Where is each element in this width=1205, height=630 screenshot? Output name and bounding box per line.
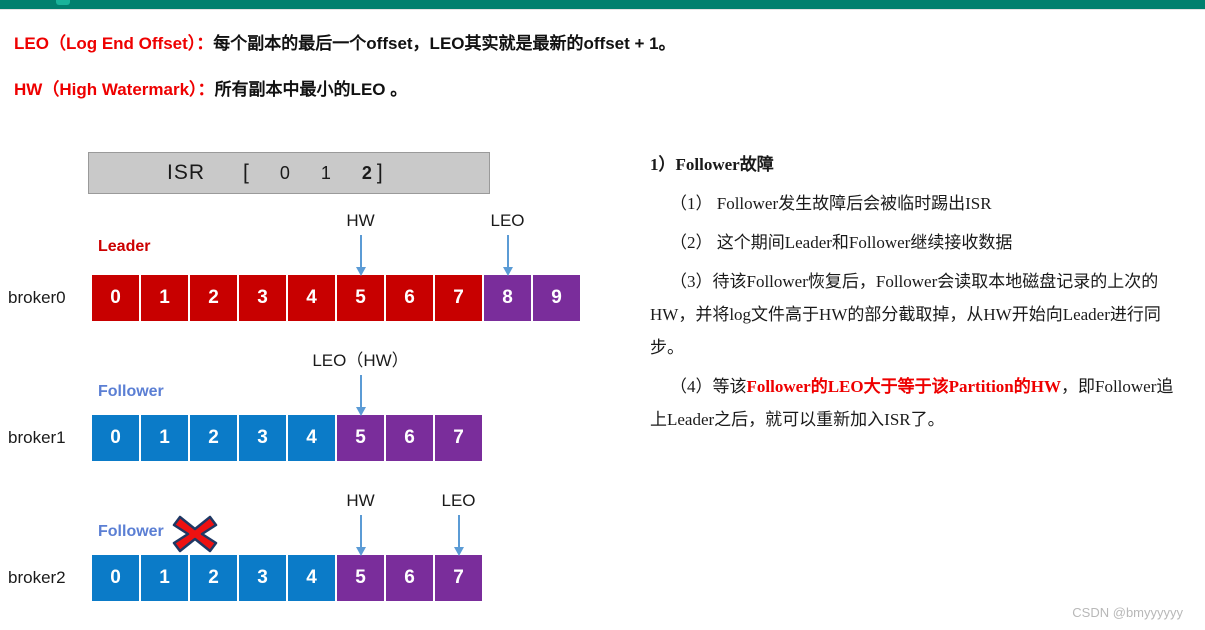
offset-cell: 5 xyxy=(337,415,384,461)
csdn-watermark: CSDN @bmyyyyyy xyxy=(1072,605,1183,620)
offset-cell: 0 xyxy=(92,555,139,601)
marker-caption: LEO xyxy=(490,211,525,230)
offset-cell: 3 xyxy=(239,555,286,601)
marker-arrowhead-icon xyxy=(453,547,464,556)
offset-marker: LEO（HW） xyxy=(312,351,409,416)
marker-caption: LEO xyxy=(441,491,476,510)
marker-shaft xyxy=(457,515,460,547)
offset-cell: 2 xyxy=(190,275,237,321)
definition-leo-body: 每个副本的最后一个offset，LEO其实就是最新的offset + 1。 xyxy=(213,34,676,53)
marker-shaft xyxy=(359,235,362,267)
offset-cell: 7 xyxy=(435,415,482,461)
offset-cell: 9 xyxy=(533,275,580,321)
offset-cell: 1 xyxy=(141,415,188,461)
isr-member-1: 1 xyxy=(320,162,332,183)
marker-arrowhead-icon xyxy=(355,407,366,416)
definition-hw: HW（High Watermark）：所有副本中最小的LEO 。 xyxy=(14,75,407,100)
isr-box: ISR [ 0 1 2 ] xyxy=(88,152,490,194)
definition-leo: LEO（Log End Offset）：每个副本的最后一个offset，LEO其… xyxy=(14,29,676,54)
isr-member-2: 2 xyxy=(361,162,373,183)
isr-bracket-open: [ xyxy=(243,161,250,184)
offset-cell: 1 xyxy=(141,275,188,321)
offset-cell: 0 xyxy=(92,415,139,461)
role-label-follower-broker2: Follower xyxy=(98,523,164,540)
offset-cell: 7 xyxy=(435,555,482,601)
definition-hw-body: 所有副本中最小的LEO 。 xyxy=(214,80,408,99)
note-item-2: （2） 这个期间Leader和Follower继续接收数据 xyxy=(670,233,1013,252)
marker-shaft xyxy=(359,375,362,407)
role-label-leader: Leader xyxy=(98,238,151,255)
offset-cell: 6 xyxy=(386,415,433,461)
notes-title: 1）Follower故障 xyxy=(650,155,774,174)
definition-hw-term: HW（High Watermark）： xyxy=(14,80,215,99)
top-bar-notch xyxy=(56,0,70,5)
marker-caption: LEO（HW） xyxy=(312,351,409,370)
marker-caption: HW xyxy=(346,491,375,510)
offset-cell: 4 xyxy=(288,415,335,461)
broker-name-broker0: broker0 xyxy=(8,288,66,307)
note-item-4-prefix: （4）等该 xyxy=(670,377,747,396)
offset-cell: 2 xyxy=(190,415,237,461)
top-accent-bar xyxy=(0,0,1205,9)
offset-cell: 5 xyxy=(337,555,384,601)
offset-marker: LEO xyxy=(490,211,525,276)
offset-cell: 6 xyxy=(386,275,433,321)
offset-cell: 3 xyxy=(239,415,286,461)
offset-cell: 5 xyxy=(337,275,384,321)
marker-shaft xyxy=(359,515,362,547)
note-item-4-highlight: Follower的LEO大于等于该Partition的HW xyxy=(746,377,1061,396)
marker-arrowhead-icon xyxy=(355,267,366,276)
offset-marker: HW xyxy=(346,211,375,276)
offset-cell: 2 xyxy=(190,555,237,601)
broker-name-broker1: broker1 xyxy=(8,428,66,447)
role-label-follower-broker1: Follower xyxy=(98,383,164,400)
offset-marker: HW xyxy=(346,491,375,556)
marker-arrowhead-icon xyxy=(502,267,513,276)
marker-arrowhead-icon xyxy=(355,547,366,556)
marker-shaft xyxy=(506,235,509,267)
offset-marker: LEO xyxy=(441,491,476,556)
definition-leo-term: LEO（Log End Offset）： xyxy=(14,34,214,53)
offset-cell: 4 xyxy=(288,275,335,321)
isr-member-0: 0 xyxy=(279,162,291,183)
offset-cell: 1 xyxy=(141,555,188,601)
marker-caption: HW xyxy=(346,211,375,230)
offset-cell: 6 xyxy=(386,555,433,601)
offset-cells-broker0: 0123456789 xyxy=(92,275,580,321)
offset-cells-broker2: 01234567 xyxy=(92,555,482,601)
note-item-1: （1） Follower发生故障后会被临时踢出ISR xyxy=(670,194,992,213)
note-item-3: （3）待该Follower恢复后，Follower会读取本地磁盘记录的上次的HW… xyxy=(650,272,1161,357)
notes-panel: 1）Follower故障 （1） Follower发生故障后会被临时踢出ISR … xyxy=(650,150,1190,442)
offset-cell: 4 xyxy=(288,555,335,601)
offset-cell: 0 xyxy=(92,275,139,321)
failure-cross-icon xyxy=(172,515,218,553)
isr-bracket-close: ] xyxy=(376,161,384,184)
slide-page: LEO（Log End Offset）：每个副本的最后一个offset，LEO其… xyxy=(0,9,1205,630)
isr-label: ISR xyxy=(167,161,206,184)
broker-name-broker2: broker2 xyxy=(8,568,66,587)
offset-cell: 7 xyxy=(435,275,482,321)
offset-cell: 3 xyxy=(239,275,286,321)
offset-cell: 8 xyxy=(484,275,531,321)
offset-cells-broker1: 01234567 xyxy=(92,415,482,461)
note-item-4: （4）等该Follower的LEO大于等于该Partition的HW，即Foll… xyxy=(650,370,1190,436)
replication-diagram: ISR [ 0 1 2 ] Leader Follower Follower b… xyxy=(0,130,640,630)
